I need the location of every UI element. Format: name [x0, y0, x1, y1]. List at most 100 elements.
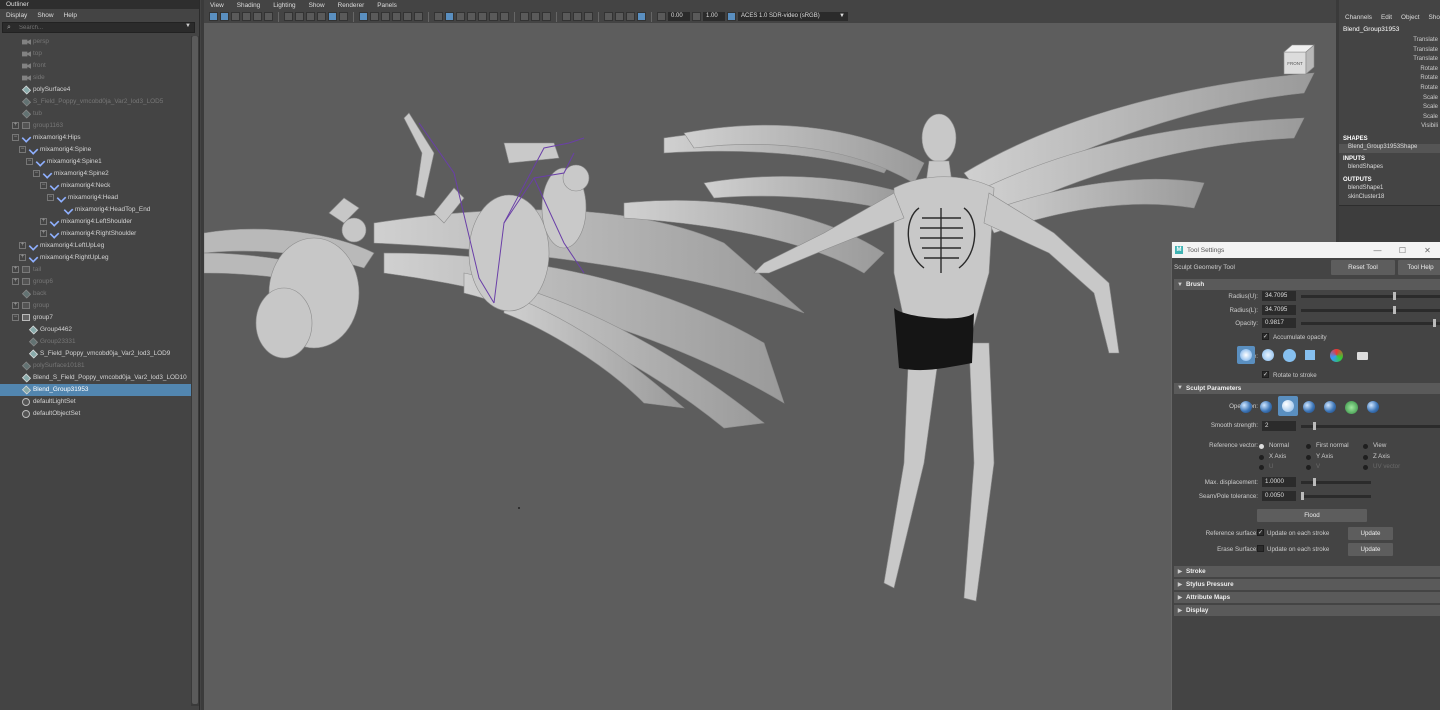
2d-pan-icon[interactable]	[253, 12, 262, 21]
seam-tolerance-slider[interactable]	[1301, 491, 1371, 500]
input-node[interactable]: blendShapes	[1339, 164, 1440, 174]
shadows-icon[interactable]	[414, 12, 423, 21]
viewport-menu-renderer[interactable]: Renderer	[338, 2, 365, 9]
outliner-item[interactable]: − mixamorig4:Spine2	[0, 168, 192, 180]
collapse-icon[interactable]: −	[26, 158, 33, 165]
outliner-item[interactable]: + group1163	[0, 120, 192, 132]
outliner-item[interactable]: + group6	[0, 276, 192, 288]
outliner-item[interactable]: + mixamorig4:RightUpLeg	[0, 252, 192, 264]
folder-icon[interactable]	[1357, 351, 1368, 360]
shape-node[interactable]: Blend_Group31953Shape	[1339, 143, 1440, 154]
grid-icon[interactable]	[284, 12, 293, 21]
refvec-x-axis-radio[interactable]	[1259, 454, 1264, 460]
output-node[interactable]: skinCluster18	[1339, 194, 1440, 204]
lights-icon[interactable]	[403, 12, 412, 21]
gate-mask-icon[interactable]	[317, 12, 326, 21]
profile-gaussian-icon[interactable]	[1237, 345, 1255, 364]
channels-menu-object[interactable]: Object	[1401, 14, 1419, 21]
outliner-item[interactable]: + tail	[0, 264, 192, 276]
tool-help-button[interactable]: Tool Help	[1398, 260, 1440, 275]
grease-pencil-icon[interactable]	[264, 12, 273, 21]
outliner-search-input[interactable]	[3, 23, 194, 32]
wireframe-icon[interactable]	[359, 12, 368, 21]
reset-tool-button[interactable]: Reset Tool	[1331, 260, 1395, 275]
flood-button[interactable]: Flood	[1257, 508, 1367, 522]
channel-attr[interactable]: Rotate	[1339, 85, 1440, 95]
maximize-icon[interactable]: ☐	[1390, 246, 1415, 255]
max-displacement-slider[interactable]	[1301, 477, 1371, 486]
outliner-menu-show[interactable]: Show	[37, 12, 53, 19]
outliner-item[interactable]: front	[0, 60, 192, 72]
collapse-icon[interactable]: −	[12, 314, 19, 321]
wireframe-on-shaded-icon[interactable]	[381, 12, 390, 21]
outliner-item[interactable]: persp	[0, 36, 192, 48]
erase-surface-update-button[interactable]: Update	[1348, 542, 1393, 556]
collapse-icon[interactable]: −	[12, 134, 19, 141]
smooth-strength-field[interactable]: 2	[1262, 420, 1296, 431]
display-section-header[interactable]: ▶ Display	[1174, 604, 1440, 616]
channels-menu-edit[interactable]: Edit	[1381, 14, 1392, 21]
resolution-gate-icon[interactable]	[306, 12, 315, 21]
collapse-icon[interactable]: −	[33, 170, 40, 177]
isolate-select-icon[interactable]	[520, 12, 529, 21]
viewport-menu-shading[interactable]: Shading	[237, 2, 260, 9]
gamma-icon[interactable]	[692, 12, 701, 21]
channel-attr[interactable]: Visibili	[1339, 123, 1440, 133]
field-chart-icon[interactable]	[328, 12, 337, 21]
view-transform-select[interactable]: ACES 1.0 SDR-video (sRGB) ▼	[738, 12, 848, 21]
viewport-menu-panels[interactable]: Panels	[377, 2, 397, 9]
seam-tolerance-field[interactable]: 0.0050	[1262, 490, 1296, 501]
rotate-stroke-checkbox[interactable]: ✓	[1262, 370, 1269, 378]
checker-icon[interactable]	[467, 12, 476, 21]
profile-solid-icon[interactable]	[1283, 348, 1296, 362]
channel-attr[interactable]: Scale	[1339, 104, 1440, 114]
erase-surface-checkbox[interactable]	[1257, 544, 1264, 552]
viewcube[interactable]: FRONT	[1280, 42, 1316, 78]
op-freeze-icon[interactable]	[1367, 400, 1379, 413]
reference-surface-checkbox[interactable]: ✓	[1257, 528, 1264, 536]
slider-handle[interactable]	[1301, 491, 1304, 500]
channel-attr[interactable]: Translate	[1339, 56, 1440, 66]
depth-of-field-icon[interactable]	[542, 12, 551, 21]
outliner-item[interactable]: polySurface10181	[0, 360, 192, 372]
outliner-item[interactable]: mixamorig4:HeadTop_End	[0, 204, 192, 216]
radius-u-slider[interactable]	[1301, 292, 1440, 300]
slider-handle[interactable]	[1393, 292, 1396, 300]
refvec-normal-radio[interactable]	[1259, 443, 1264, 449]
outliner-menu-display[interactable]: Display	[6, 12, 27, 19]
outliner-item[interactable]: Blend_Group31953	[0, 384, 192, 396]
outliner-item[interactable]: + group	[0, 300, 192, 312]
slider-handle[interactable]	[1393, 305, 1396, 314]
xray-icon[interactable]	[445, 12, 454, 21]
profile-soft-icon[interactable]	[1262, 348, 1274, 361]
expand-icon[interactable]: +	[19, 242, 26, 249]
minimize-icon[interactable]: —	[1365, 246, 1390, 255]
wireframe-color-icon[interactable]	[626, 12, 635, 21]
paint-brush-icon[interactable]	[637, 12, 646, 21]
sculpt-section-header[interactable]: ▼ Sculpt Parameters	[1174, 382, 1440, 394]
op-push-icon[interactable]	[1240, 400, 1252, 413]
collapse-icon[interactable]: −	[40, 182, 47, 189]
profile-square-icon[interactable]	[1305, 349, 1315, 360]
channels-menu-show[interactable]: Sho	[1429, 14, 1440, 21]
profile-image-icon[interactable]	[1330, 348, 1343, 362]
xray-joints-icon[interactable]	[456, 12, 465, 21]
outliner-item[interactable]: Blend_S_Field_Poppy_vmcobd0ja_Var2_lod3_…	[0, 372, 192, 384]
select-camera-icon[interactable]	[209, 12, 218, 21]
channels-menu-channels[interactable]: Channels	[1345, 14, 1372, 21]
op-pinch-icon[interactable]	[1324, 400, 1336, 413]
outliner-item[interactable]: back	[0, 288, 192, 300]
refvec-uv-radio[interactable]	[1363, 464, 1368, 470]
camera-attributes-icon[interactable]	[220, 12, 229, 21]
refvec-v-radio[interactable]	[1306, 464, 1311, 470]
expand-icon[interactable]: +	[12, 266, 19, 273]
max-displacement-field[interactable]: 1.0000	[1262, 476, 1296, 487]
refvec-view-radio[interactable]	[1363, 443, 1368, 449]
outliner-item[interactable]: + mixamorig4:RightShoulder	[0, 228, 192, 240]
paint-select-icon[interactable]	[584, 12, 593, 21]
outliner-item[interactable]: S_Field_Poppy_vmcobd0ja_Var2_lod3_LOD9	[0, 348, 192, 360]
channel-attr[interactable]: Scale	[1339, 114, 1440, 124]
lasso-icon[interactable]	[573, 12, 582, 21]
op-relax-icon[interactable]	[1303, 400, 1315, 413]
viewport-menu-view[interactable]: View	[210, 2, 224, 9]
